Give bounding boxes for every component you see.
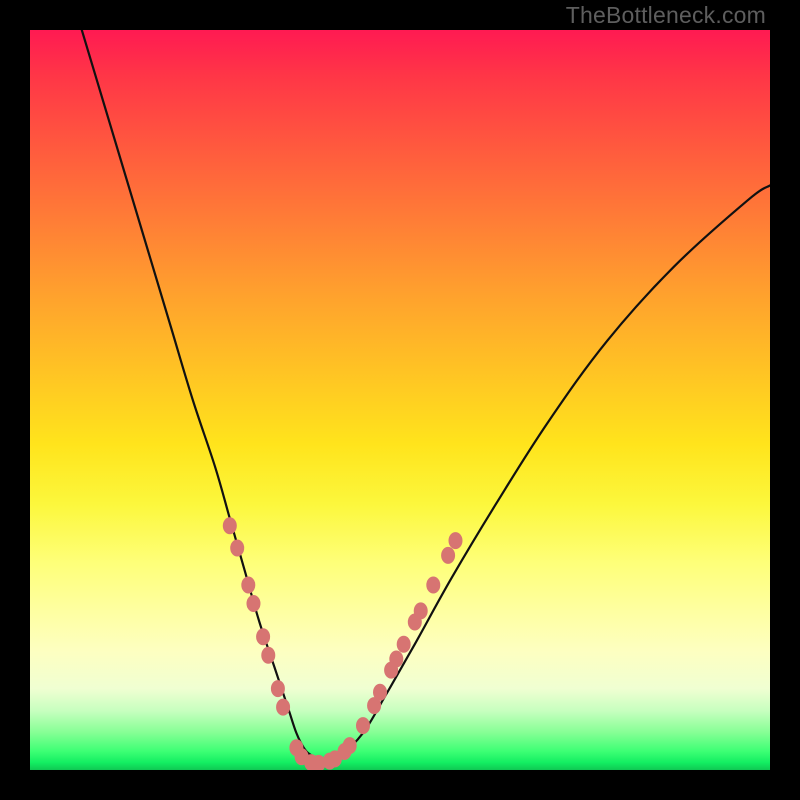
bead-marker	[271, 680, 285, 697]
highlight-beads	[223, 517, 463, 770]
watermark-text: TheBottleneck.com	[566, 2, 766, 29]
bead-marker	[397, 636, 411, 653]
bead-marker	[389, 651, 403, 668]
curve-svg	[30, 30, 770, 770]
chart-frame: TheBottleneck.com	[0, 0, 800, 800]
plot-area	[30, 30, 770, 770]
bead-marker	[356, 717, 370, 734]
bead-marker	[230, 540, 244, 557]
bottleneck-curve	[82, 30, 770, 763]
bead-marker	[343, 737, 357, 754]
bead-marker	[241, 577, 255, 594]
bead-marker	[426, 577, 440, 594]
bead-marker	[261, 647, 275, 664]
bead-marker	[256, 628, 270, 645]
bead-marker	[276, 699, 290, 716]
bead-marker	[441, 547, 455, 564]
bead-marker	[414, 602, 428, 619]
bead-marker	[373, 684, 387, 701]
bead-marker	[449, 532, 463, 549]
bead-marker	[246, 595, 260, 612]
bead-marker	[223, 517, 237, 534]
